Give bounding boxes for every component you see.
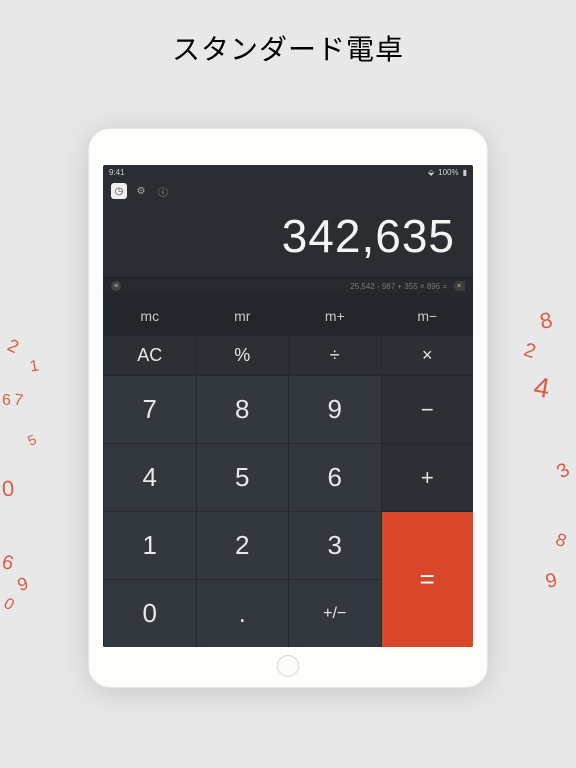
battery-icon: ▮: [463, 168, 467, 177]
key-mr[interactable]: mr: [196, 295, 289, 335]
decorative-digit: 2: [4, 335, 22, 358]
key-6[interactable]: 6: [288, 443, 381, 511]
decorative-digit: 4: [531, 371, 552, 405]
decorative-digit: 6: [0, 551, 16, 576]
key-minus[interactable]: −: [381, 375, 474, 443]
history-icon[interactable]: ◷: [111, 183, 127, 199]
tape-handle-icon[interactable]: ≡: [111, 281, 121, 291]
keypad: mc mr m+ m− AC % ÷ × 7 8 9 − 4 5 6 1 2 3…: [103, 295, 473, 647]
info-icon[interactable]: ⓘ: [155, 183, 171, 199]
key-sign[interactable]: +/−: [288, 579, 381, 647]
expression-text: 25,542 - 987 + 355 × 896 =: [121, 282, 453, 291]
decorative-digit: 8: [553, 529, 570, 552]
decorative-digit: 3: [553, 459, 574, 484]
display: 342,635: [103, 203, 473, 277]
settings-icon[interactable]: ⚙: [133, 183, 149, 199]
decorative-digit: 9: [543, 569, 560, 594]
home-button[interactable]: [277, 655, 299, 677]
key-8[interactable]: 8: [196, 375, 289, 443]
decorative-digit: 1: [29, 357, 41, 376]
key-2[interactable]: 2: [196, 511, 289, 579]
calculator-app: 9:41 ⬙ 100% ▮ ◷ ⚙ ⓘ 342,635 ≡ 25,542 - 9…: [103, 165, 473, 647]
key-percent[interactable]: %: [196, 335, 289, 375]
decorative-digit: 9: [15, 573, 32, 596]
battery-percent: 100%: [438, 168, 458, 177]
top-icon-row: ◷ ⚙ ⓘ: [103, 179, 473, 203]
status-bar: 9:41 ⬙ 100% ▮: [103, 165, 473, 179]
decorative-digit: 5: [25, 431, 39, 449]
key-ac[interactable]: AC: [103, 335, 196, 375]
key-mplus[interactable]: m+: [288, 295, 381, 335]
key-1[interactable]: 1: [103, 511, 196, 579]
key-divide[interactable]: ÷: [288, 335, 381, 375]
backspace-icon[interactable]: ×: [453, 281, 465, 291]
key-mminus[interactable]: m−: [381, 295, 474, 335]
page-title: スタンダード電卓: [0, 0, 576, 68]
key-equals[interactable]: =: [381, 511, 474, 647]
status-time: 9:41: [109, 168, 125, 177]
decorative-digit: 0: [0, 595, 17, 615]
decorative-digit: 0: [1, 476, 15, 503]
key-0[interactable]: 0: [103, 579, 196, 647]
decorative-digit: 7: [13, 391, 24, 410]
decorative-digit: 6: [2, 392, 11, 410]
expression-tape: ≡ 25,542 - 987 + 355 × 896 = ×: [103, 277, 473, 295]
wifi-icon: ⬙: [428, 168, 434, 177]
key-dot[interactable]: .: [196, 579, 289, 647]
decorative-digit: 2: [521, 339, 539, 364]
key-3[interactable]: 3: [288, 511, 381, 579]
display-value: 342,635: [121, 209, 455, 263]
key-multiply[interactable]: ×: [381, 335, 474, 375]
key-plus[interactable]: +: [381, 443, 474, 511]
key-5[interactable]: 5: [196, 443, 289, 511]
key-9[interactable]: 9: [288, 375, 381, 443]
decorative-digit: 8: [537, 307, 554, 335]
key-4[interactable]: 4: [103, 443, 196, 511]
key-mc[interactable]: mc: [103, 295, 196, 335]
key-7[interactable]: 7: [103, 375, 196, 443]
ipad-device: 9:41 ⬙ 100% ▮ ◷ ⚙ ⓘ 342,635 ≡ 25,542 - 9…: [88, 128, 488, 688]
